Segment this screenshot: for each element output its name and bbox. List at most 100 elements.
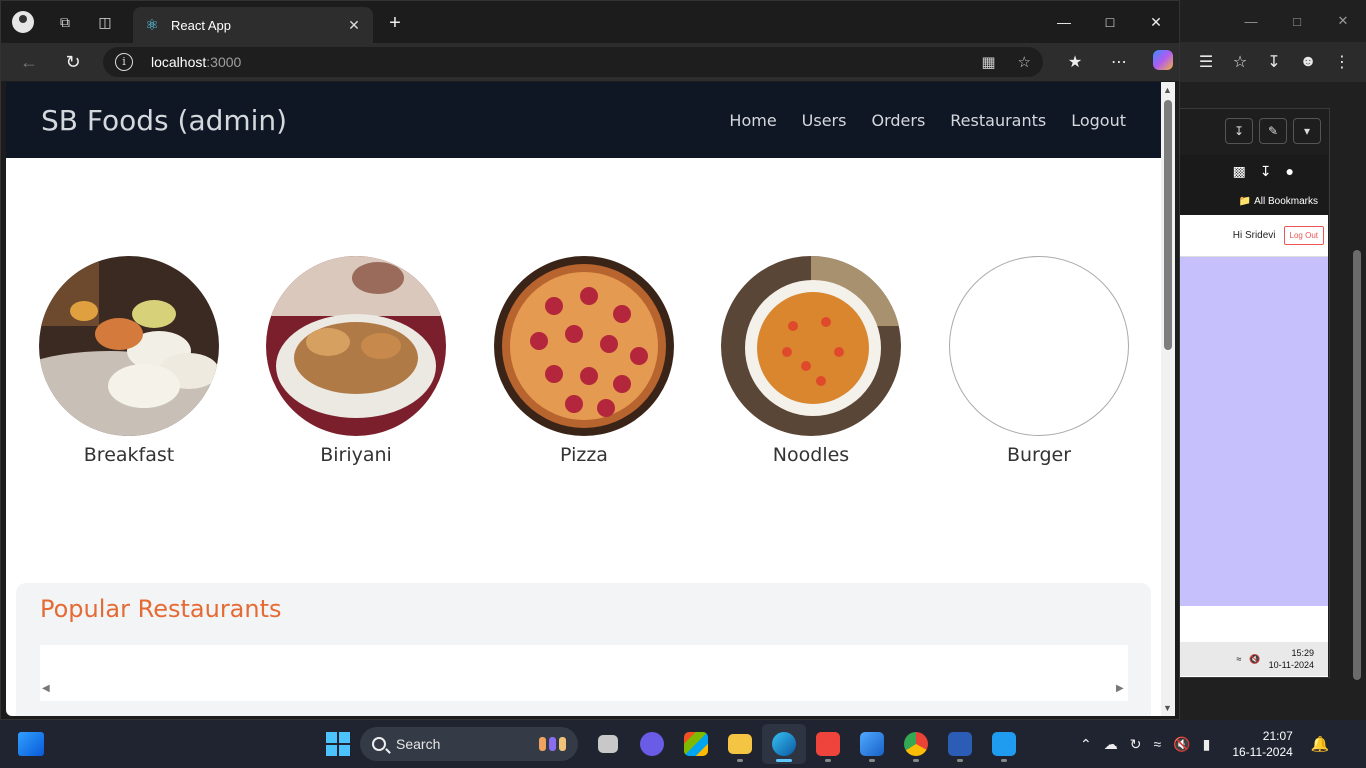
favorite-star-icon[interactable]: ☆: [1018, 53, 1031, 71]
profile-button[interactable]: [1, 1, 45, 43]
pizza-image[interactable]: [494, 256, 674, 436]
notification-bell-icon[interactable]: 🔔: [1311, 735, 1330, 753]
sync-icon[interactable]: ↻: [1130, 736, 1142, 753]
copilot-icon[interactable]: [1141, 49, 1185, 75]
anydesk-icon[interactable]: [806, 724, 850, 764]
window-controls: — □ ✕: [1041, 1, 1179, 43]
bg-inner-logout-button: Log Out: [1283, 226, 1324, 245]
widgets-icon[interactable]: [18, 732, 44, 756]
bg-inner-header: Hi Sridevi Log Out: [1178, 215, 1328, 257]
category-pizza[interactable]: Pizza: [494, 256, 674, 466]
bg-close-icon[interactable]: ✕: [1320, 0, 1366, 42]
bg-download-icon[interactable]: ↧: [1260, 52, 1288, 72]
onedrive-icon[interactable]: ☁: [1104, 736, 1118, 753]
browser-toolbar: ← ↻ i localhost:3000 ▦ ☆ ★ ⋯: [1, 43, 1179, 81]
scroll-right-icon[interactable]: ▶: [1116, 683, 1124, 694]
bg-favorite-star-icon[interactable]: ☆: [1226, 52, 1254, 72]
tab-actions-icon[interactable]: ◫: [85, 1, 125, 43]
breakfast-image[interactable]: [39, 256, 219, 436]
task-view-icon[interactable]: [586, 724, 630, 764]
start-button[interactable]: [318, 724, 358, 764]
bg-inner-wifi-icon: ≈: [1236, 654, 1242, 664]
bg-panel-pen-icon[interactable]: ✎: [1259, 118, 1287, 144]
app-brand: SB Foods (admin): [41, 103, 288, 137]
edge-browser-icon[interactable]: [762, 724, 806, 764]
bg-profile-icon[interactable]: ☻: [1294, 53, 1322, 71]
nav-home[interactable]: Home: [729, 111, 776, 130]
new-tab-icon[interactable]: +: [383, 11, 407, 35]
tab-bar: ⧉ ◫ ⚛ React App ✕ + — □ ✕: [1, 1, 1179, 43]
category-label: Pizza: [560, 444, 608, 466]
scroll-up-icon[interactable]: ▲: [1163, 85, 1172, 95]
photos-icon[interactable]: [850, 724, 894, 764]
page-scrollbar[interactable]: ▲ ▼: [1161, 82, 1175, 716]
tab-react-app[interactable]: ⚛ React App ✕: [133, 7, 373, 43]
category-breakfast[interactable]: Breakfast: [39, 256, 219, 466]
category-list: Breakfast Biriyani Pizza Noodles Burger: [6, 256, 1161, 476]
chevron-up-icon[interactable]: ⌃: [1080, 736, 1092, 753]
background-pdf-panel: ↧ ✎ ▾ ▩ ↧ ● 📁 All Bookmarks Hi Sridevi L…: [1178, 108, 1330, 678]
tab-title: React App: [171, 17, 231, 33]
bg-inner-footer: [1178, 606, 1328, 642]
file-explorer-icon[interactable]: [718, 724, 762, 764]
browser-window: ⧉ ◫ ⚛ React App ✕ + — □ ✕ ← ↻ i localhos…: [0, 0, 1180, 720]
bg-scrollbar[interactable]: [1352, 90, 1362, 710]
meet-icon[interactable]: [630, 724, 674, 764]
maximize-icon[interactable]: □: [1087, 1, 1133, 43]
store-icon[interactable]: [674, 724, 718, 764]
category-burger[interactable]: Burger: [949, 256, 1129, 466]
chrome-icon[interactable]: [894, 724, 938, 764]
bg-inner-extension-icon: ▩: [1232, 162, 1246, 179]
nav-restaurants[interactable]: Restaurants: [950, 111, 1046, 130]
search-label: Search: [396, 736, 441, 752]
burger-image-placeholder[interactable]: [949, 256, 1129, 436]
biriyani-image[interactable]: [266, 256, 446, 436]
nav-orders[interactable]: Orders: [871, 111, 925, 130]
workspaces-icon[interactable]: ⧉: [45, 1, 85, 43]
popular-restaurants-heading: Popular Restaurants: [40, 595, 282, 623]
bg-panel-dropdown-icon[interactable]: ▾: [1293, 118, 1321, 144]
close-window-icon[interactable]: ✕: [1133, 1, 1179, 43]
address-bar[interactable]: i localhost:3000 ▦ ☆: [103, 47, 1043, 77]
more-options-icon[interactable]: ⋯: [1097, 52, 1141, 72]
system-tray: ⌃ ☁ ↻ ≈ 🔇 ▮ 21:07 16-11-2024 🔔: [1080, 720, 1330, 768]
nav-logout[interactable]: Logout: [1071, 111, 1126, 130]
tab-close-icon[interactable]: ✕: [345, 17, 363, 34]
bg-panel-download-icon[interactable]: ↧: [1225, 118, 1253, 144]
noodles-image[interactable]: [721, 256, 901, 436]
bg-inner-avatar-icon: ●: [1285, 163, 1294, 179]
toolbar-right: ★ ⋯: [1053, 43, 1185, 81]
battery-icon[interactable]: ▮: [1203, 736, 1211, 753]
popular-restaurants-section: Popular Restaurants ◀ ▶: [16, 583, 1151, 716]
profile-icon: [12, 11, 34, 33]
scroll-left-icon[interactable]: ◀: [42, 683, 50, 694]
category-biriyani[interactable]: Biriyani: [266, 256, 446, 466]
favorites-icon[interactable]: ★: [1053, 52, 1097, 72]
minimize-icon[interactable]: —: [1041, 1, 1087, 43]
word-icon[interactable]: [938, 724, 982, 764]
page-scrollbar-thumb[interactable]: [1164, 100, 1172, 350]
bg-inner-tray: ≈ 🔇 15:29 10-11-2024: [1178, 642, 1328, 676]
bg-inner-date: 10-11-2024: [1268, 660, 1314, 670]
wifi-icon[interactable]: ≈: [1153, 736, 1161, 752]
back-arrow-icon[interactable]: ←: [7, 43, 51, 81]
taskbar-search[interactable]: Search: [360, 727, 578, 761]
scroll-down-icon[interactable]: ▼: [1163, 703, 1172, 713]
taskbar-clock[interactable]: 21:07 16-11-2024: [1232, 728, 1293, 760]
bg-more-icon[interactable]: ⋮: [1328, 52, 1356, 72]
bg-inner-clock: 15:29 10-11-2024: [1269, 647, 1314, 671]
refresh-icon[interactable]: ↻: [51, 43, 95, 81]
background-window-titlebar: — □ ✕: [1178, 0, 1366, 42]
nav-users[interactable]: Users: [802, 111, 847, 130]
bg-maximize-icon[interactable]: □: [1274, 0, 1320, 42]
volume-muted-icon[interactable]: 🔇: [1173, 736, 1190, 753]
popular-restaurants-carousel[interactable]: [40, 645, 1128, 701]
bg-translate-icon[interactable]: ☰: [1192, 52, 1220, 72]
category-noodles[interactable]: Noodles: [721, 256, 901, 466]
site-info-icon[interactable]: i: [115, 53, 133, 71]
bg-scrollbar-thumb[interactable]: [1353, 250, 1361, 680]
bg-minimize-icon[interactable]: —: [1228, 0, 1274, 42]
vscode-icon[interactable]: [982, 724, 1026, 764]
app-available-icon[interactable]: ▦: [981, 53, 995, 71]
bg-inner-folder-icon: 📁: [1238, 195, 1255, 207]
